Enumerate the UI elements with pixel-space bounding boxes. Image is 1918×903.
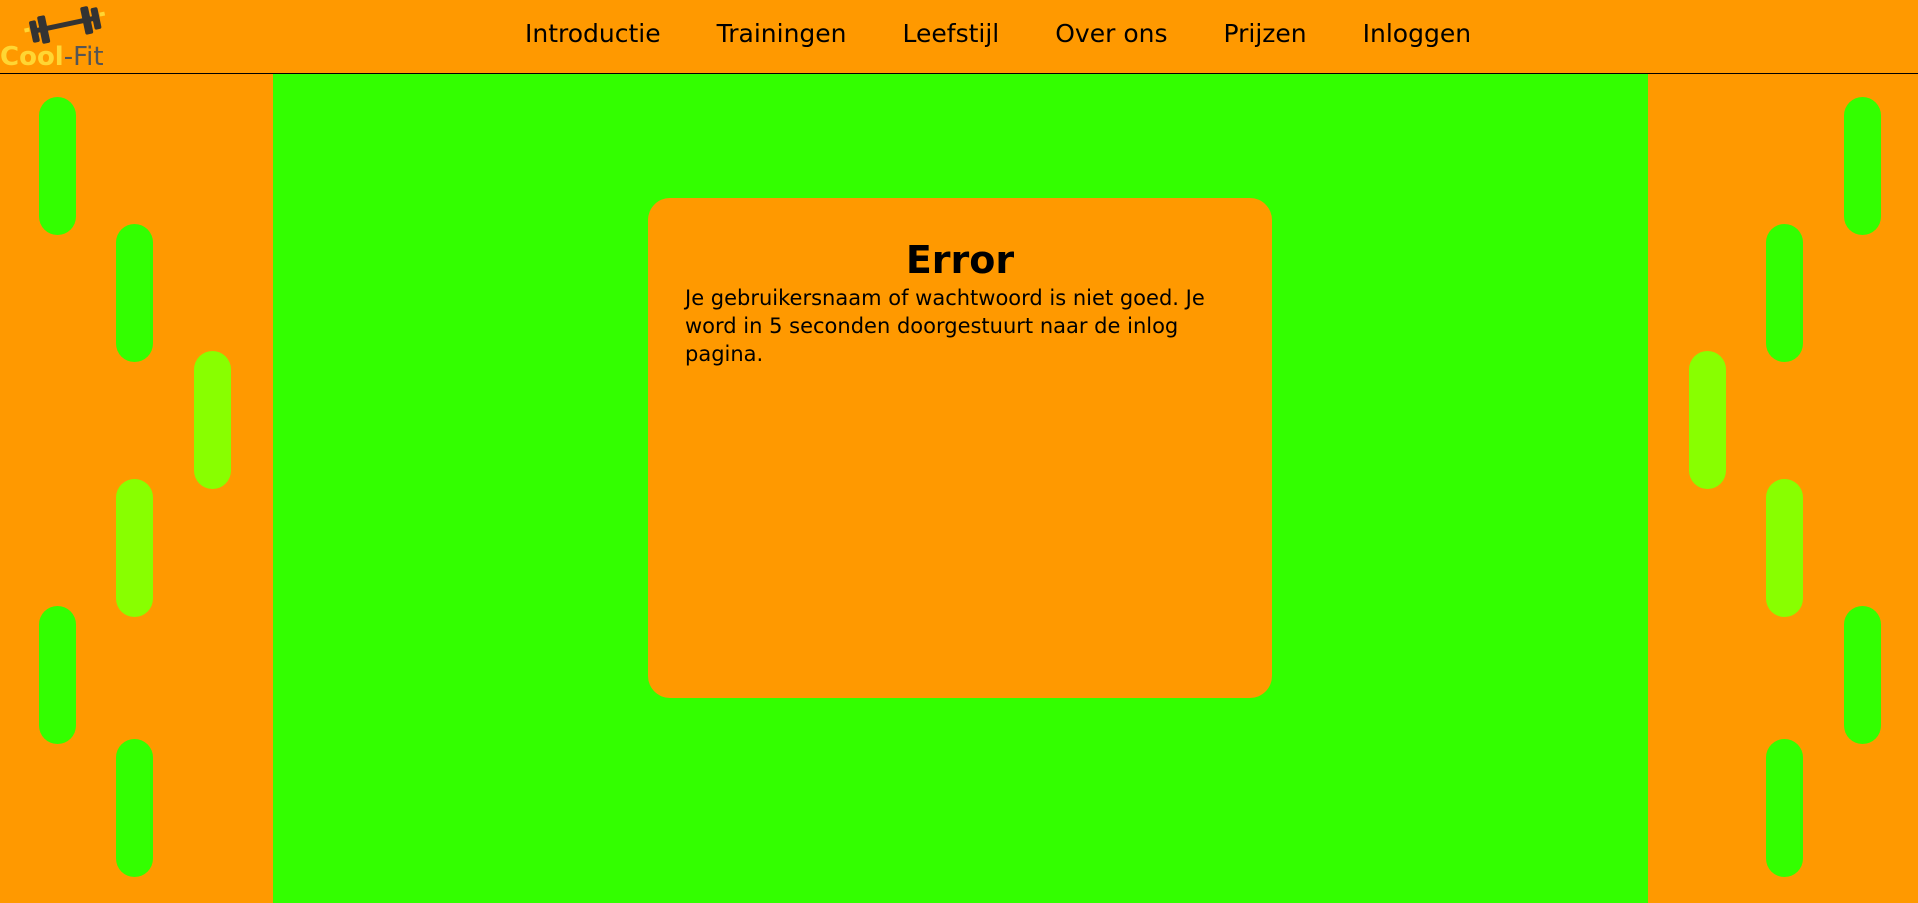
decor-pill [116, 224, 153, 362]
error-title: Error [905, 238, 1015, 282]
decor-pill [39, 97, 76, 235]
error-card: Error Je gebruikersnaam of wachtwoord is… [648, 198, 1272, 698]
header: Cool-Fit Introductie Trainingen Leefstij… [0, 0, 1918, 74]
dumbbell-icon [24, 6, 106, 44]
nav-over-ons[interactable]: Over ons [1055, 19, 1167, 48]
page: Cool-Fit Introductie Trainingen Leefstij… [0, 0, 1918, 903]
decor-pill [1766, 479, 1803, 617]
decor-pill [1689, 351, 1726, 489]
nav-inloggen[interactable]: Inloggen [1363, 19, 1471, 48]
logo-text-fit: -Fit [63, 42, 104, 72]
logo[interactable]: Cool-Fit [0, 0, 120, 72]
main-nav: Introductie Trainingen Leefstijl Over on… [525, 0, 1527, 66]
nav-leefstijl[interactable]: Leefstijl [903, 19, 1000, 48]
decor-pill [1844, 97, 1881, 235]
decor-pill [194, 351, 231, 489]
logo-text: Cool-Fit [0, 42, 104, 72]
decor-pill [39, 606, 76, 744]
decor-pill [1766, 739, 1803, 877]
nav-introductie[interactable]: Introductie [525, 19, 661, 48]
decor-pill [1766, 224, 1803, 362]
decor-pill [1844, 606, 1881, 744]
error-message: Je gebruikersnaam of wachtwoord is niet … [685, 286, 1205, 366]
decor-pill [116, 739, 153, 877]
main-content: Error Je gebruikersnaam of wachtwoord is… [273, 74, 1648, 903]
nav-prijzen[interactable]: Prijzen [1223, 19, 1306, 48]
decor-pill [116, 479, 153, 617]
nav-trainingen[interactable]: Trainingen [717, 19, 847, 48]
logo-text-cool: Cool [0, 42, 64, 72]
